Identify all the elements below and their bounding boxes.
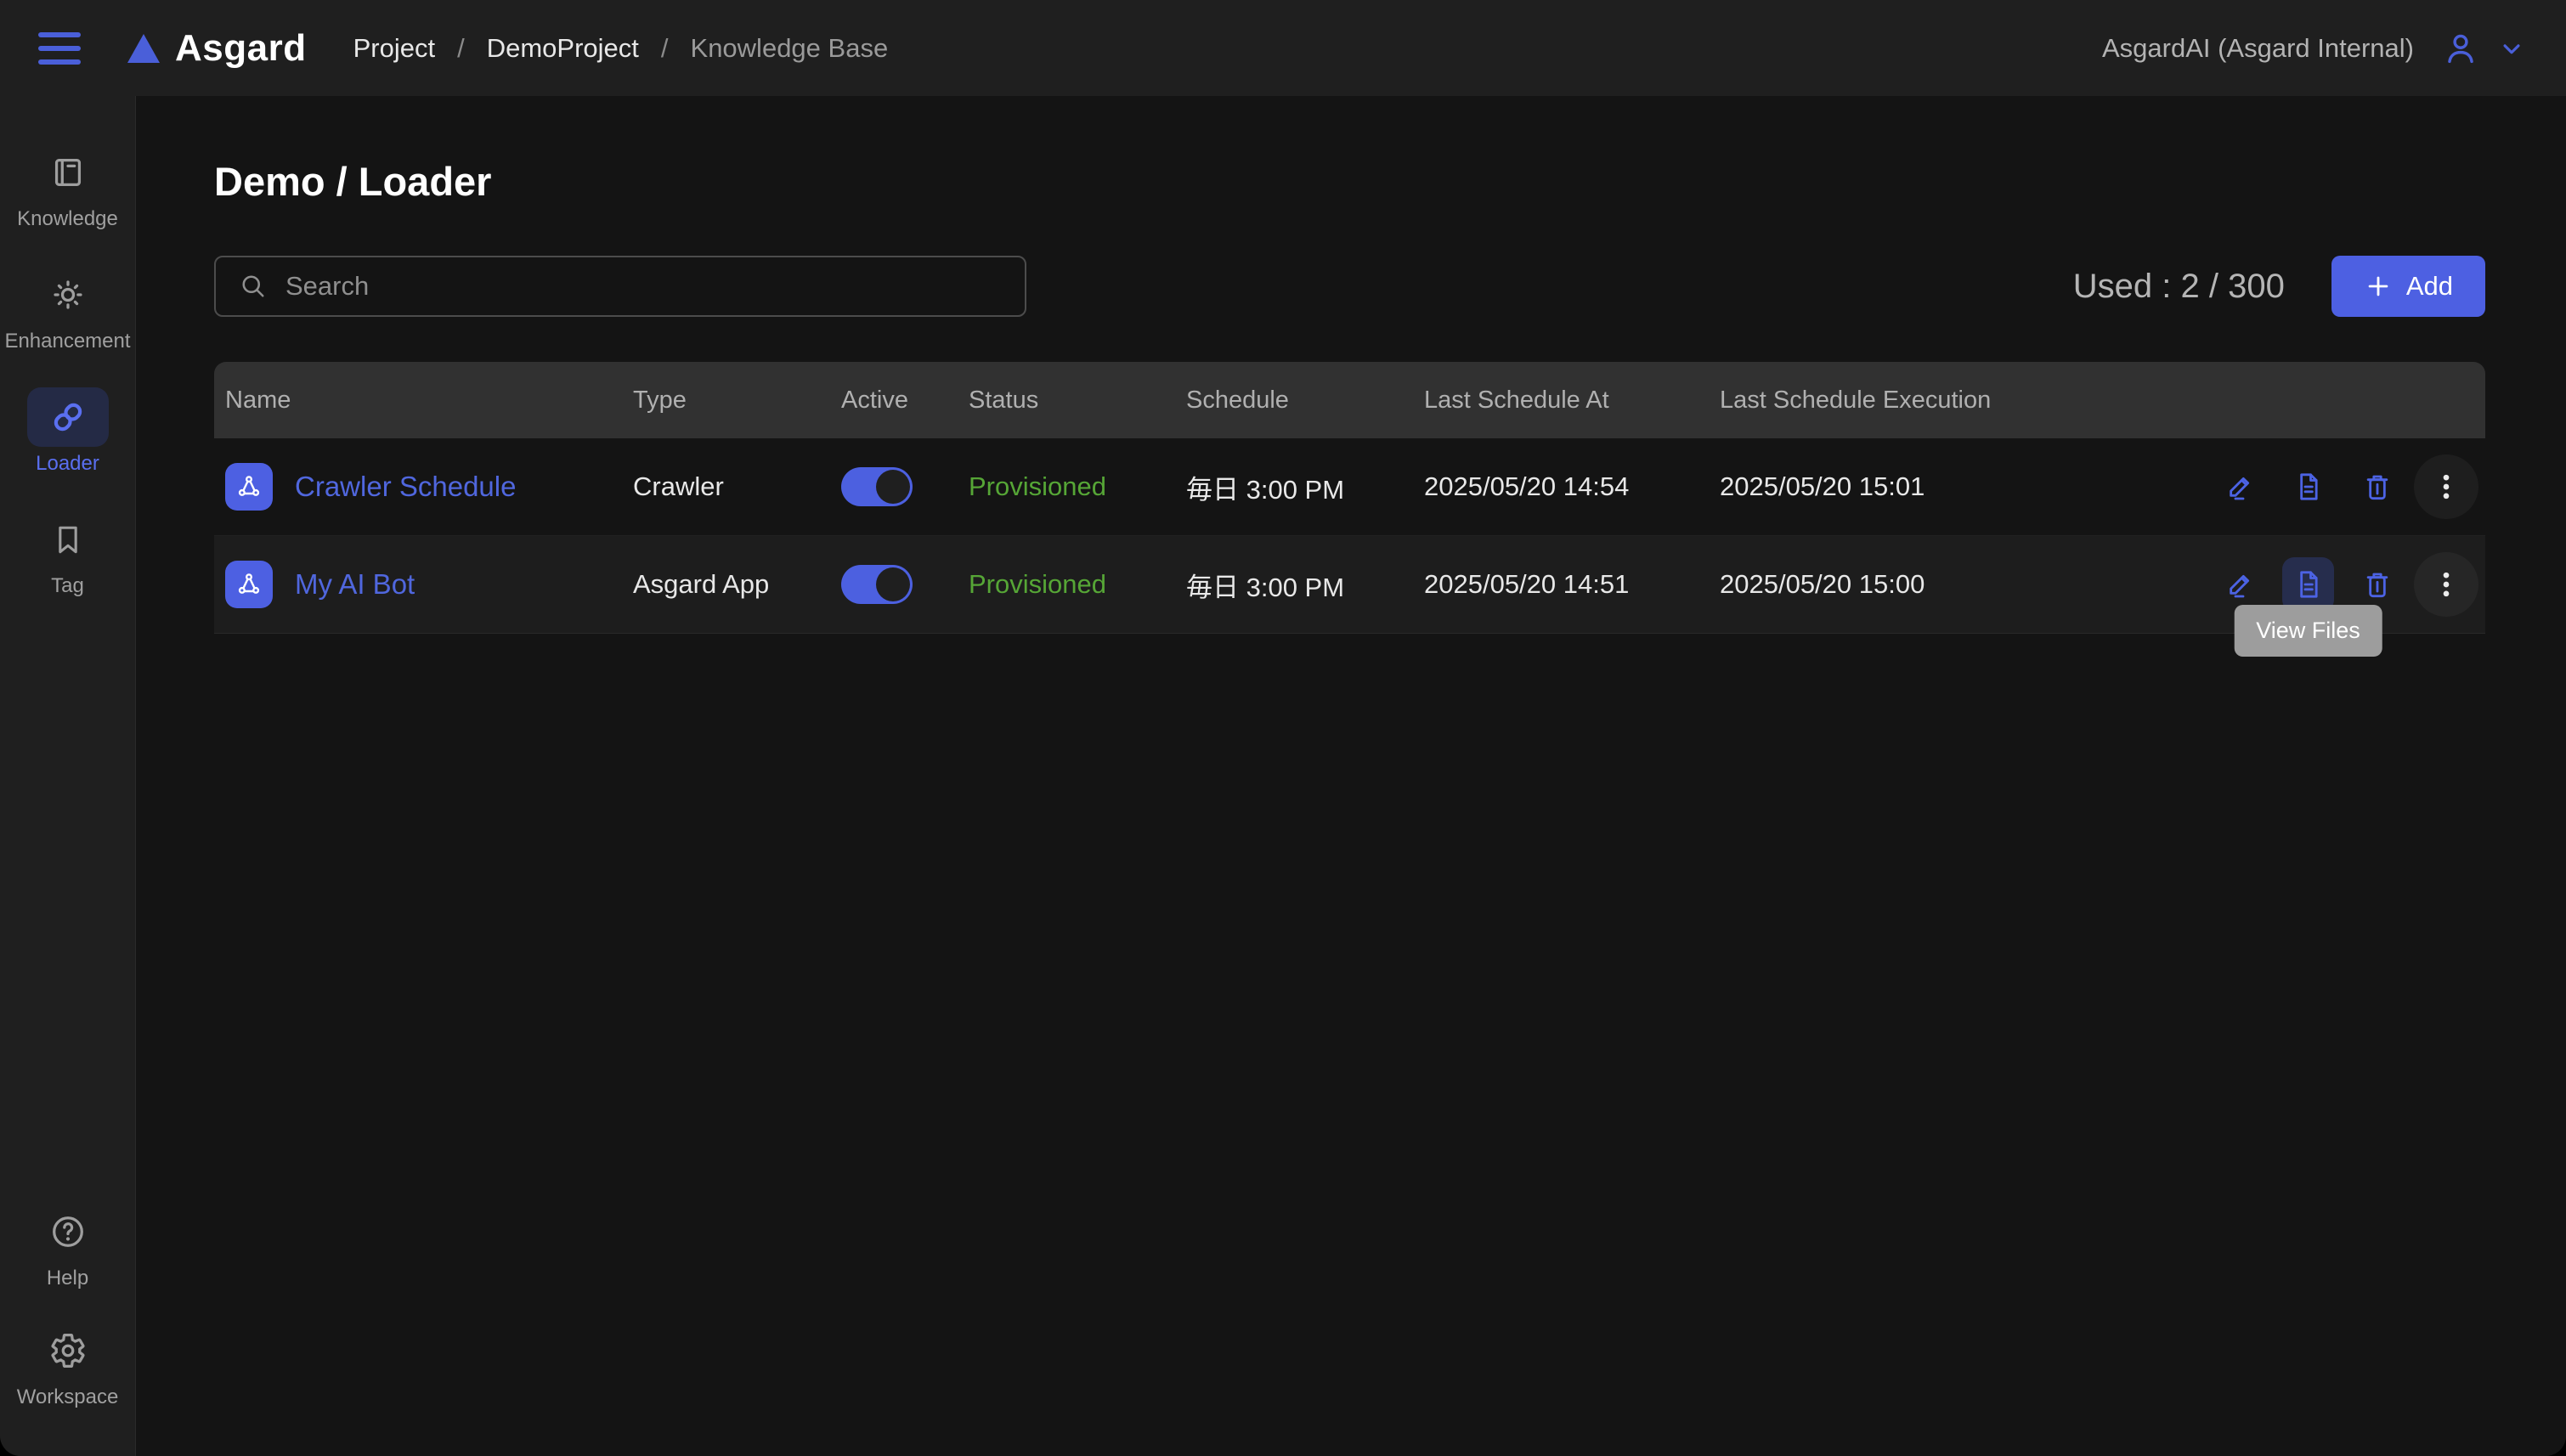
column-header-last-schedule-execution: Last Schedule Execution — [1720, 387, 2196, 415]
breadcrumb-demoproject[interactable]: DemoProject — [487, 33, 639, 64]
column-header-active: Active — [841, 387, 969, 415]
sidebar-item-enhancement[interactable]: Enhancement — [0, 265, 135, 353]
row-name-link[interactable]: Crawler Schedule — [295, 471, 516, 503]
edit-button[interactable] — [2213, 557, 2265, 612]
delete-button[interactable] — [2351, 557, 2403, 612]
trash-icon — [2360, 567, 2394, 601]
pencil-icon — [2223, 470, 2257, 504]
breadcrumb-separator: / — [661, 33, 669, 64]
delete-button[interactable] — [2351, 460, 2403, 514]
sidebar-item-label: Knowledge — [17, 207, 118, 231]
user-icon[interactable] — [2441, 29, 2480, 68]
loader-type-icon — [225, 561, 273, 608]
column-header-type: Type — [633, 387, 841, 415]
sidebar-footer: Help Workspace — [0, 1202, 135, 1409]
main-content: Demo / Loader Used : 2 / 300 Add — [136, 96, 2566, 1456]
column-header-status: Status — [969, 387, 1186, 415]
search-box[interactable] — [214, 256, 1026, 317]
loader-table: Name Type Active Status Schedule Last Sc… — [214, 362, 2485, 634]
sidebar-item-workspace[interactable]: Workspace — [0, 1321, 135, 1409]
sidebar-item-label: Loader — [36, 452, 99, 476]
chevron-down-icon[interactable] — [2495, 32, 2528, 65]
sidebar-item-loader[interactable]: Loader — [0, 387, 135, 476]
topbar-account-area[interactable]: AsgardAI (Asgard Internal) — [2102, 29, 2528, 68]
plus-icon — [2364, 272, 2393, 301]
loader-type-icon — [225, 463, 273, 511]
sidebar-item-tag[interactable]: Tag — [0, 510, 135, 598]
column-header-schedule: Schedule — [1186, 387, 1424, 415]
active-toggle[interactable] — [841, 565, 913, 604]
row-last-schedule-at: 2025/05/20 14:54 — [1424, 471, 1720, 502]
row-type: Asgard App — [633, 569, 841, 600]
app-window: Asgard Project / DemoProject / Knowledge… — [0, 0, 2566, 1456]
usage-counter: Used : 2 / 300 — [2073, 268, 2285, 306]
view-files-tooltip: View Files — [2234, 605, 2382, 657]
gear-icon — [48, 1331, 88, 1370]
sidebar-item-label: Help — [47, 1267, 88, 1290]
more-actions-button[interactable] — [2420, 557, 2472, 612]
sidebar-item-help[interactable]: Help — [0, 1202, 135, 1290]
view-files-button[interactable]: View Files — [2282, 557, 2334, 612]
controls-row: Used : 2 / 300 Add — [214, 256, 2485, 317]
search-input[interactable] — [284, 257, 1025, 316]
kebab-icon — [2429, 567, 2463, 601]
menu-icon[interactable] — [38, 32, 81, 65]
bookmark-icon — [49, 521, 87, 558]
breadcrumb: Project / DemoProject / Knowledge Base — [353, 33, 889, 64]
column-header-last-schedule-at: Last Schedule At — [1424, 387, 1720, 415]
active-toggle[interactable] — [841, 467, 913, 506]
view-files-button[interactable] — [2282, 460, 2334, 514]
brightness-icon — [48, 275, 88, 314]
more-actions-button[interactable] — [2420, 460, 2472, 514]
file-icon — [2292, 470, 2326, 504]
sidebar-item-label: Tag — [51, 574, 84, 598]
sidebar-item-knowledge[interactable]: Knowledge — [0, 143, 135, 231]
status-badge: Provisioned — [969, 569, 1186, 600]
breadcrumb-separator: / — [457, 33, 465, 64]
file-icon — [2292, 567, 2326, 601]
row-last-schedule-at: 2025/05/20 14:51 — [1424, 569, 1720, 600]
edit-button[interactable] — [2213, 460, 2265, 514]
breadcrumb-project[interactable]: Project — [353, 33, 435, 64]
sidebar: Knowledge Enhancement — [0, 96, 136, 1456]
logo-text: Asgard — [175, 27, 307, 70]
kebab-icon — [2429, 470, 2463, 504]
pencil-icon — [2223, 567, 2257, 601]
row-schedule: 毎日 3:00 PM — [1186, 566, 1424, 604]
logo-triangle-icon — [127, 34, 160, 63]
table-row: My AI Bot Asgard App Provisioned 毎日 3:00… — [214, 536, 2485, 634]
search-icon — [238, 271, 268, 302]
book-icon — [48, 153, 88, 192]
sidebar-item-label: Workspace — [17, 1385, 119, 1409]
column-header-name: Name — [225, 387, 633, 415]
logo[interactable]: Asgard — [127, 27, 307, 70]
sidebar-item-label: Enhancement — [4, 330, 130, 353]
page-title: Demo / Loader — [214, 158, 2485, 205]
row-schedule: 毎日 3:00 PM — [1186, 468, 1424, 506]
row-name-link[interactable]: My AI Bot — [295, 568, 415, 601]
table-header: Name Type Active Status Schedule Last Sc… — [214, 362, 2485, 438]
link-icon — [48, 397, 88, 437]
add-button[interactable]: Add — [2331, 256, 2485, 317]
help-icon — [48, 1212, 88, 1251]
status-badge: Provisioned — [969, 471, 1186, 502]
table-row: Crawler Schedule Crawler Provisioned 毎日 … — [214, 438, 2485, 536]
account-label: AsgardAI (Asgard Internal) — [2102, 33, 2414, 64]
trash-icon — [2360, 470, 2394, 504]
row-last-schedule-execution: 2025/05/20 15:00 — [1720, 569, 2196, 600]
row-type: Crawler — [633, 471, 841, 502]
add-button-label: Add — [2406, 271, 2453, 302]
topbar: Asgard Project / DemoProject / Knowledge… — [0, 0, 2566, 96]
breadcrumb-knowledge-base: Knowledge Base — [691, 33, 889, 64]
row-last-schedule-execution: 2025/05/20 15:01 — [1720, 471, 2196, 502]
